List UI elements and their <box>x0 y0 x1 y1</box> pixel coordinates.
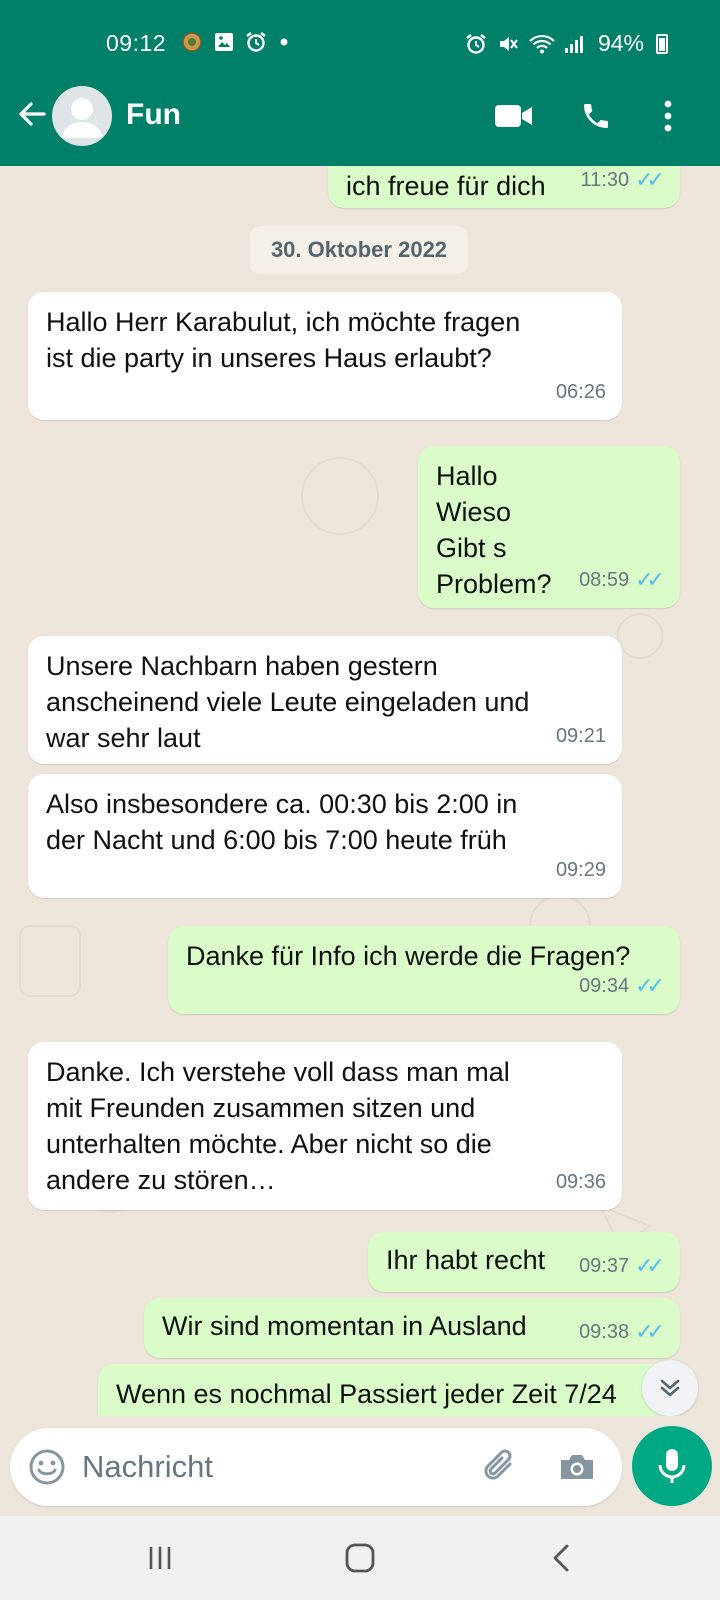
message-bubble-outgoing[interactable]: Danke für Info ich werde die Fragen? 09:… <box>168 926 680 1014</box>
message-meta: 08:59 ✓✓ <box>579 562 665 598</box>
message-time: 09:36 <box>555 1171 606 1193</box>
phone-call-icon[interactable] <box>576 96 616 136</box>
message-text: Danke. Ich verstehe voll dass man mal mi… <box>46 1057 510 1195</box>
alarm-icon <box>246 32 266 52</box>
message-bubble-incoming[interactable]: Danke. Ich verstehe voll dass man mal mi… <box>28 1042 622 1210</box>
video-call-icon[interactable] <box>494 96 534 136</box>
message-bubble-outgoing[interactable]: Wenn es nochmal Passiert jeder Zeit 7/24 <box>98 1364 680 1416</box>
avatar-icon <box>61 98 103 138</box>
message-meta: 09:36 <box>556 1164 606 1200</box>
wifi-icon <box>529 34 555 53</box>
message-meta: 09:34 ✓✓ <box>579 968 665 1004</box>
message-time: 06:26 <box>555 381 606 403</box>
read-ticks-icon: ✓✓ <box>635 1319 665 1344</box>
recents-icon[interactable] <box>138 1536 182 1580</box>
message-meta: 11:30 ✓✓ <box>580 166 665 198</box>
message-bubble-outgoing[interactable]: Wir sind momentan in Ausland 09:38 ✓✓ <box>144 1298 680 1358</box>
message-bubble-outgoing[interactable]: Ihr habt recht 09:37 ✓✓ <box>368 1232 680 1292</box>
message-text: Wenn es nochmal Passiert jeder Zeit 7/24 <box>116 1379 617 1409</box>
message-input[interactable] <box>82 1444 462 1490</box>
avatar[interactable] <box>52 86 112 146</box>
read-ticks-icon: ✓✓ <box>635 973 665 998</box>
gallery-icon <box>215 33 233 51</box>
chat-title[interactable]: Fun <box>126 98 181 132</box>
message-text: Also insbesondere ca. 00:30 bis 2:00 in … <box>46 789 518 855</box>
read-ticks-icon: ✓✓ <box>635 1253 665 1278</box>
battery-percentage: 94% <box>597 30 644 56</box>
app-notification-icon <box>182 32 202 52</box>
system-icons: 94% <box>464 30 668 57</box>
status-bar: 09:12 94% <box>0 0 720 86</box>
emoji-icon[interactable] <box>28 1448 66 1486</box>
mute-icon <box>499 36 518 51</box>
message-bubble-outgoing[interactable]: ich freue für dich 11:30 ✓✓ <box>328 166 680 208</box>
message-time: 11:30 <box>580 169 630 191</box>
mic-button[interactable] <box>632 1426 712 1506</box>
message-time: 09:21 <box>555 725 606 747</box>
notification-icons <box>180 30 292 54</box>
home-icon[interactable] <box>338 1536 382 1580</box>
status-time: 09:12 <box>106 30 167 56</box>
message-list[interactable]: ich freue für dich 11:30 ✓✓ 30. Oktober … <box>0 166 720 1416</box>
message-time: 09:34 <box>579 975 630 997</box>
message-text: Unsere Nachbarn haben gestern anscheinen… <box>46 651 530 753</box>
battery-icon <box>656 33 668 54</box>
message-meta: 09:29 <box>556 852 606 888</box>
app-bar: 09:12 94% Fun <box>0 0 720 166</box>
camera-icon[interactable] <box>556 1446 598 1488</box>
scroll-to-bottom-button[interactable] <box>642 1360 698 1416</box>
message-bubble-incoming[interactable]: Also insbesondere ca. 00:30 bis 2:00 in … <box>28 774 622 898</box>
date-separator: 30. Oktober 2022 <box>250 226 468 274</box>
message-meta: 06:26 <box>556 374 606 410</box>
signal-icon <box>564 35 583 53</box>
message-meta: 09:21 <box>556 718 606 754</box>
double-chevron-down-icon <box>660 1379 680 1397</box>
chat-header: Fun <box>0 86 720 166</box>
message-time: 09:38 <box>579 1321 630 1343</box>
read-ticks-icon: ✓✓ <box>635 567 665 592</box>
attach-icon[interactable] <box>480 1446 522 1488</box>
read-ticks-icon: ✓✓ <box>635 167 665 192</box>
message-meta: 09:38 ✓✓ <box>579 1314 665 1350</box>
mic-icon <box>658 1449 686 1483</box>
message-time: 09:29 <box>555 859 606 881</box>
message-bubble-incoming[interactable]: Unsere Nachbarn haben gestern anscheinen… <box>28 636 622 764</box>
message-bubble-incoming[interactable]: Hallo Herr Karabulut, ich möchte fragen … <box>28 292 622 420</box>
message-bubble-outgoing[interactable]: Hallo Wieso Gibt s Problem? 08:59 ✓✓ <box>418 446 680 608</box>
message-meta: 09:37 ✓✓ <box>579 1248 665 1284</box>
more-vert-icon[interactable] <box>648 96 688 136</box>
alarm-status-icon <box>466 33 486 54</box>
system-navigation-bar <box>0 1516 720 1600</box>
message-text: Hallo Herr Karabulut, ich möchte fragen … <box>46 307 521 373</box>
back-arrow-icon[interactable] <box>12 94 52 134</box>
back-icon[interactable] <box>540 1536 584 1580</box>
message-time: 08:59 <box>579 569 630 591</box>
dot-icon <box>280 38 288 46</box>
message-time: 09:37 <box>579 1255 630 1277</box>
message-composer <box>10 1428 622 1506</box>
